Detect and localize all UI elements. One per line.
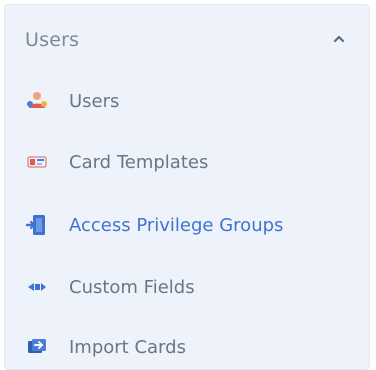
menu-item-label: Access Privilege Groups [69, 214, 284, 236]
custom-fields-icon [25, 275, 49, 299]
import-cards-icon [25, 335, 49, 359]
card-template-icon [25, 150, 49, 174]
access-door-icon [25, 213, 49, 237]
section-title: Users [25, 29, 80, 51]
menu-item-label: Card Templates [69, 151, 209, 173]
menu-item-label: Users [69, 90, 120, 112]
menu-item-label: Custom Fields [69, 276, 195, 298]
chevron-up-icon[interactable] [331, 31, 347, 47]
menu-item-import-cards[interactable]: Import Cards [5, 325, 369, 369]
menu-item-access-privilege-groups[interactable]: Access Privilege Groups [5, 203, 369, 247]
users-icon [25, 89, 49, 113]
users-section-header[interactable]: Users [5, 5, 369, 75]
menu-item-label: Import Cards [69, 336, 186, 358]
menu-item-custom-fields[interactable]: Custom Fields [5, 265, 369, 309]
menu-item-card-templates[interactable]: Card Templates [5, 140, 369, 184]
menu-item-users[interactable]: Users [5, 79, 369, 123]
users-menu-panel: Users Users Card Templates Access Privil… [4, 4, 370, 370]
